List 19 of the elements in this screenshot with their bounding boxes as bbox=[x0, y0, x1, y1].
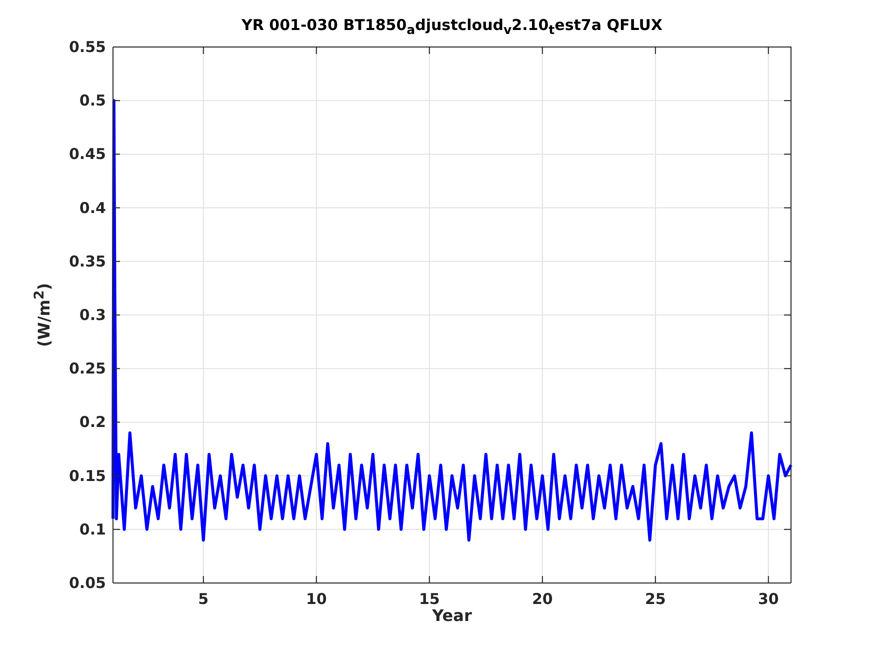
tick-label: 10 bbox=[306, 590, 327, 608]
tick-label: 5 bbox=[198, 590, 209, 608]
tick-label: 0.45 bbox=[68, 145, 106, 164]
tick-label: 15 bbox=[418, 590, 440, 608]
tick-label: 0.05 bbox=[68, 574, 106, 592]
tick-label: 0.4 bbox=[79, 198, 106, 217]
tick-label: 0.3 bbox=[79, 306, 106, 324]
axis-label: Year bbox=[432, 606, 472, 625]
tick-label: 0.2 bbox=[79, 413, 106, 432]
tick-label: 0.35 bbox=[68, 252, 106, 270]
tick-label: 0.5 bbox=[79, 92, 106, 110]
tick-label: 0.55 bbox=[68, 38, 106, 56]
tick-label: 0.25 bbox=[68, 360, 106, 378]
tick-label: 0.1 bbox=[79, 520, 106, 538]
tick-label: 20 bbox=[532, 590, 553, 608]
tick-label: 30 bbox=[758, 590, 779, 608]
tick-label: 0.15 bbox=[68, 466, 106, 485]
chart-title: YR 001-030 BT1850$_{a}$djustcloud$_{v}$2.10$_{t}$est7a QFLUX bbox=[240, 16, 664, 37]
tick-label: 25 bbox=[644, 590, 666, 608]
